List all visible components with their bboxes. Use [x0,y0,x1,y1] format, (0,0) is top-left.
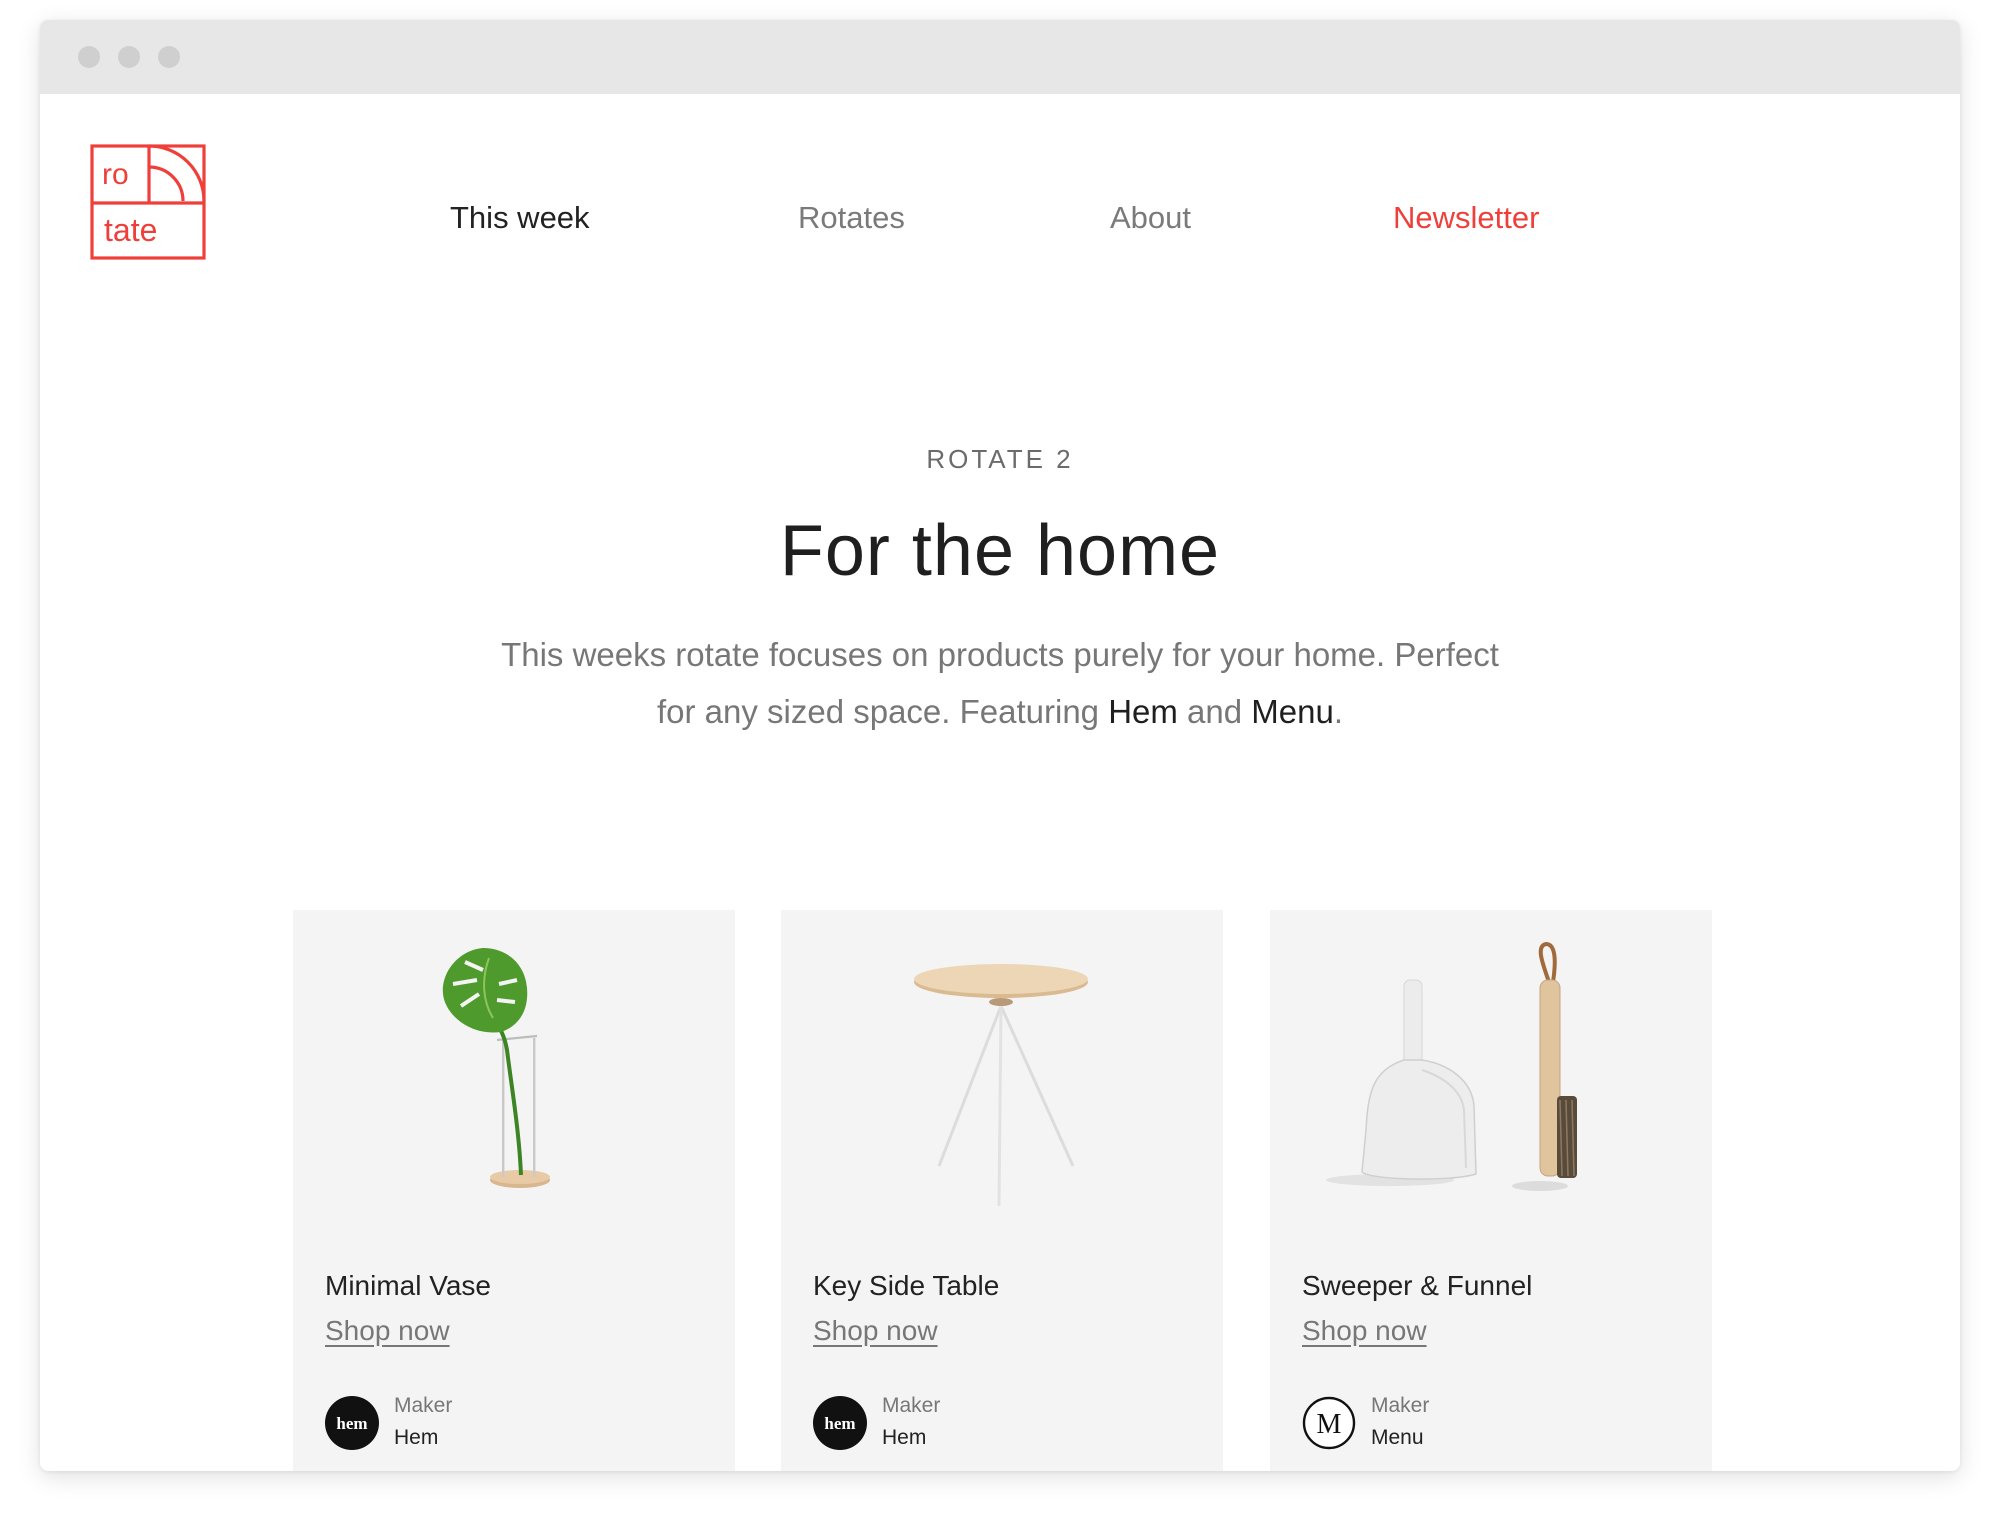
nav-rotates[interactable]: Rotates [798,198,905,238]
page-title: For the home [779,511,1221,591]
close-window-button[interactable] [78,46,100,68]
hem-logo-icon: hem [325,1396,379,1450]
product-card[interactable]: Minimal Vase Shop now hem Maker Hem [293,910,735,1471]
nav-newsletter[interactable]: Newsletter [1393,198,1539,238]
maker-name[interactable]: Menu [1371,1426,1424,1450]
rotate-logo[interactable]: ro tate [90,144,206,260]
shop-now-link[interactable]: Shop now [1302,1315,1427,1347]
product-name: Minimal Vase [325,1270,491,1301]
intro-end: . [1333,693,1344,730]
maximize-window-button[interactable] [158,46,180,68]
maker-label: Maker [882,1394,941,1417]
intro-paragraph: This weeks rotate focuses on products pu… [440,626,1560,740]
svg-text:hem: hem [336,1414,367,1433]
rotate-eyebrow: ROTATE 2 [926,444,1074,474]
menu-logo-icon: M [1302,1396,1356,1450]
product-name: Sweeper & Funnel [1302,1270,1533,1301]
brand-link-menu[interactable]: Menu [1251,693,1334,730]
minimize-window-button[interactable] [118,46,140,68]
maker-label: Maker [394,1394,453,1417]
nav-this-week[interactable]: This week [450,198,590,238]
logo-text-ro: ro [102,158,129,191]
maker-label: Maker [1371,1394,1430,1417]
shop-now-link[interactable]: Shop now [325,1315,450,1347]
svg-text:M: M [1317,1409,1342,1440]
intro-line1: This weeks rotate focuses on products pu… [501,636,1499,673]
product-card[interactable]: Key Side Table Shop now hem Maker Hem [781,910,1223,1471]
svg-text:hem: hem [824,1414,855,1433]
browser-window: ro tate This week Rotates About Newslett… [40,20,1960,1471]
shop-now-link[interactable]: Shop now [813,1315,938,1347]
logo-text-tate: tate [104,212,157,248]
product-card[interactable]: Sweeper & Funnel Shop now M Maker Menu [1270,910,1712,1471]
intro-mid: and [1177,693,1252,730]
intro-line2-pre: for any sized space. Featuring [656,693,1109,730]
key-side-table-image [914,964,1088,1207]
screenshot-stage: ro tate This week Rotates About Newslett… [0,0,2000,1532]
brand-link-hem[interactable]: Hem [1108,693,1178,730]
maker-name[interactable]: Hem [394,1426,438,1450]
minimal-vase-image [442,948,550,1188]
nav-about[interactable]: About [1110,198,1191,238]
window-titlebar [40,20,1960,94]
sweeper-funnel-image [1326,941,1577,1191]
hem-logo-icon: hem [813,1396,867,1450]
maker-name[interactable]: Hem [882,1426,926,1450]
product-name: Key Side Table [813,1270,1000,1301]
